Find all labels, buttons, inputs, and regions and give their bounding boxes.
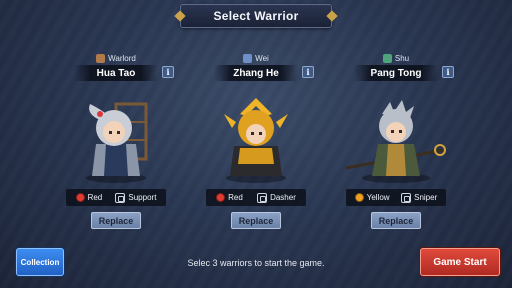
character-eye — [251, 132, 254, 135]
role-label: Sniper — [414, 193, 438, 202]
info-icon: i — [306, 67, 310, 77]
character-eye — [399, 130, 402, 133]
faction-flag-icon — [96, 53, 106, 63]
color-dot-icon — [216, 193, 226, 202]
collection-button[interactable]: Collection — [16, 248, 64, 276]
faction-row: Warlord — [46, 52, 186, 64]
faction-label: Shu — [394, 53, 410, 63]
character-robe-trim — [386, 144, 406, 176]
name-plate: Zhang He — [214, 65, 298, 81]
info-button[interactable]: i — [302, 66, 314, 78]
faction-label: Wei — [255, 53, 269, 63]
warrior-tags: Red Support — [66, 189, 166, 206]
selection-hint: Selec 3 warriors to start the game. — [187, 258, 325, 268]
name-plate: Hua Tao — [74, 65, 158, 81]
character-eye — [259, 132, 262, 135]
character-eye — [117, 131, 120, 134]
hair-ornament — [97, 111, 103, 117]
warrior-name: Zhang He — [233, 67, 279, 79]
color-tag: Red — [216, 193, 243, 202]
info-icon: i — [166, 67, 170, 77]
warrior-portrait-zhang-he[interactable] — [196, 84, 316, 184]
role-icon — [257, 192, 268, 203]
role-icon — [401, 192, 412, 203]
title-banner: Select Warrior — [180, 4, 332, 28]
warrior-slot-1: Warlord Hua Tao i Red Support Replace — [46, 50, 186, 235]
color-label: Red — [228, 193, 243, 202]
name-plate: Pang Tong — [354, 65, 438, 81]
role-label: Dasher — [270, 193, 296, 202]
faction-flag-icon — [243, 53, 253, 63]
color-dot-icon — [354, 193, 364, 202]
replace-button[interactable]: Replace — [371, 212, 421, 229]
info-button[interactable]: i — [162, 66, 174, 78]
page-title: Select Warrior — [213, 9, 299, 23]
warrior-name: Pang Tong — [370, 67, 422, 79]
color-label: Yellow — [366, 193, 390, 202]
role-icon — [115, 192, 126, 203]
faction-row: Wei — [186, 52, 326, 64]
faction-flag-icon — [382, 53, 392, 63]
game-start-button[interactable]: Game Start — [420, 248, 500, 276]
color-label: Red — [87, 193, 103, 202]
role-tag: Sniper — [401, 192, 438, 203]
color-dot-icon — [75, 193, 85, 202]
warrior-slot-2: Wei Zhang He i Red Dasher Replace — [186, 50, 326, 235]
faction-label: Warlord — [108, 53, 136, 63]
replace-button[interactable]: Replace — [231, 212, 281, 229]
color-tag: Yellow — [354, 193, 390, 202]
character-eye — [391, 130, 394, 133]
role-tag: Dasher — [257, 192, 296, 203]
replace-button[interactable]: Replace — [91, 212, 141, 229]
faction-row: Shu — [326, 52, 466, 64]
warrior-portrait-hua-tao[interactable] — [56, 84, 176, 184]
character-eye — [109, 131, 112, 134]
warrior-name: Hua Tao — [96, 67, 136, 79]
warrior-tags: Yellow Sniper — [346, 189, 446, 206]
color-tag: Red — [75, 193, 103, 202]
warrior-portrait-pang-tong[interactable] — [336, 84, 456, 184]
character-face — [386, 122, 406, 142]
character-armor-trim — [238, 148, 274, 164]
role-label: Support — [128, 193, 157, 202]
warrior-slot-3: Shu Pang Tong i Yellow Sniper Replace — [326, 50, 466, 235]
character-face — [103, 121, 125, 143]
role-tag: Support — [115, 192, 157, 203]
character-helmet-wing — [276, 114, 288, 128]
warrior-tags: Red Dasher — [206, 189, 306, 206]
character-robe-trim — [104, 144, 128, 176]
info-button[interactable]: i — [442, 66, 454, 78]
character-helmet-wing — [224, 114, 236, 128]
info-icon: i — [446, 67, 450, 77]
character-face — [246, 124, 266, 144]
